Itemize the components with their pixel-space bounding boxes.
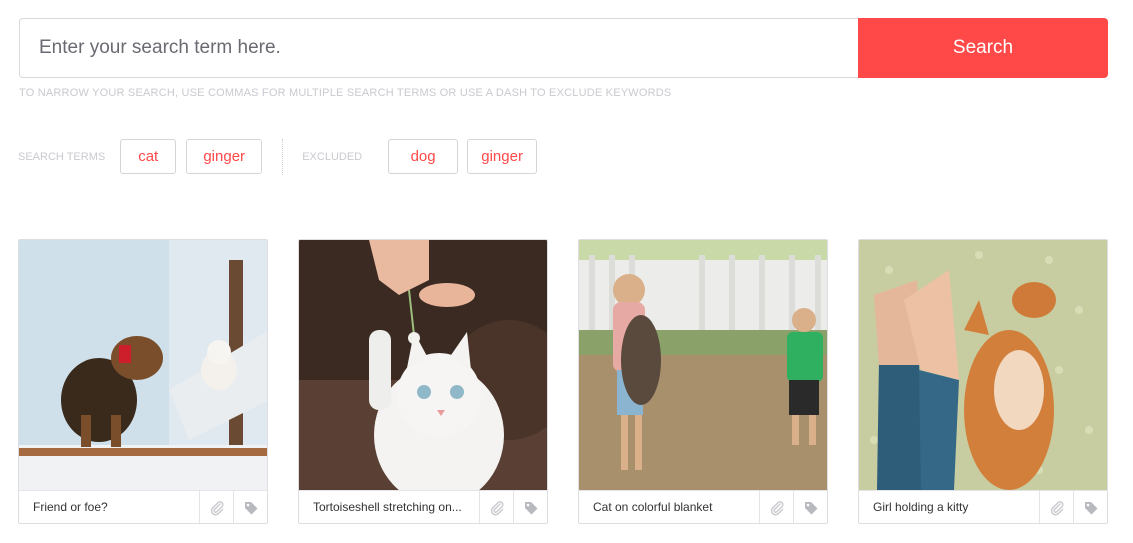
result-card[interactable]: Friend or foe? — [18, 239, 268, 524]
card-footer: Tortoiseshell stretching on... — [299, 490, 547, 523]
search-term-chip[interactable]: ginger — [186, 139, 263, 174]
result-image[interactable] — [579, 240, 828, 490]
tag-icon[interactable] — [1073, 491, 1107, 523]
search-button[interactable]: Search — [858, 18, 1108, 78]
search-hint: TO NARROW YOUR SEARCH, USE COMMAS FOR MU… — [19, 87, 672, 99]
tag-icon[interactable] — [233, 491, 267, 523]
paperclip-icon[interactable] — [199, 491, 233, 523]
result-image[interactable] — [859, 240, 1108, 490]
paperclip-icon[interactable] — [479, 491, 513, 523]
card-footer: Girl holding a kitty — [859, 490, 1107, 523]
result-card[interactable]: Cat on colorful blanket — [578, 239, 828, 524]
excluded-label: EXCLUDED — [302, 150, 363, 163]
result-card[interactable]: Girl holding a kitty — [858, 239, 1108, 524]
filter-row: SEARCH TERMS cat ginger EXCLUDED dog gin… — [18, 138, 538, 175]
paperclip-icon[interactable] — [1039, 491, 1073, 523]
result-image[interactable] — [19, 240, 268, 490]
result-image[interactable] — [299, 240, 548, 490]
card-caption: Girl holding a kitty — [873, 500, 969, 514]
excluded-term-chip[interactable]: dog — [388, 139, 459, 174]
search-terms-label: SEARCH TERMS — [18, 150, 106, 163]
card-caption: Tortoiseshell stretching on... — [313, 500, 462, 514]
search-input[interactable] — [19, 18, 858, 78]
card-caption: Cat on colorful blanket — [593, 500, 713, 514]
filter-divider — [282, 138, 284, 175]
tag-icon[interactable] — [513, 491, 547, 523]
card-caption: Friend or foe? — [33, 500, 108, 514]
result-card[interactable]: Tortoiseshell stretching on... — [298, 239, 548, 524]
card-footer: Friend or foe? — [19, 490, 267, 523]
search-term-chip[interactable]: cat — [120, 139, 177, 174]
excluded-term-chip[interactable]: ginger — [467, 139, 538, 174]
tag-icon[interactable] — [793, 491, 827, 523]
search-bar: Search — [19, 18, 1108, 78]
card-footer: Cat on colorful blanket — [579, 490, 827, 523]
paperclip-icon[interactable] — [759, 491, 793, 523]
